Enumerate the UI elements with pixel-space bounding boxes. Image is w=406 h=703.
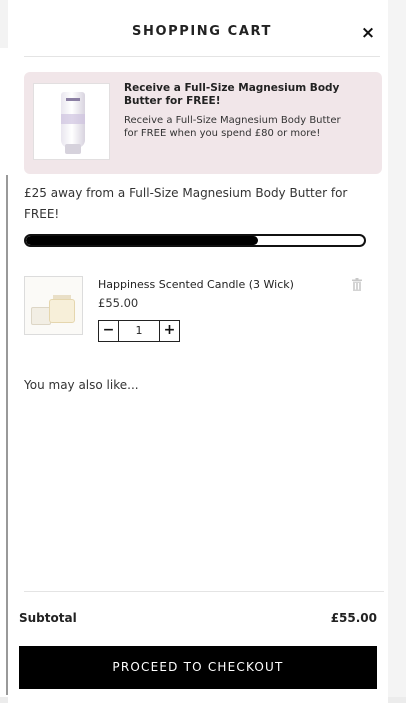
item-price: £55.00 (98, 296, 139, 310)
page-backdrop-left (0, 0, 8, 48)
subtotal-value: £55.00 (330, 611, 377, 625)
promo-heading: Receive a Full-Size Magnesium Body Butte… (124, 82, 340, 107)
quantity-decrease-button[interactable]: − (99, 321, 119, 341)
body-butter-tube-icon (61, 92, 85, 154)
footer-divider (24, 591, 384, 592)
quantity-increase-button[interactable]: + (159, 321, 179, 341)
cart-line-item: Happiness Scented Candle (3 Wick) £55.00… (24, 276, 364, 346)
promo-product-image (33, 83, 110, 160)
free-gift-progress-bar (24, 234, 366, 247)
promo-description: Receive a Full-Size Magnesium Body Butte… (124, 115, 341, 139)
quantity-value[interactable]: 1 (119, 321, 159, 341)
item-name[interactable]: Happiness Scented Candle (3 Wick) (98, 278, 294, 291)
proceed-to-checkout-button[interactable]: PROCEED TO CHECKOUT (19, 646, 377, 689)
quantity-stepper: − 1 + (98, 320, 180, 342)
progress-fill (26, 236, 259, 245)
trash-icon[interactable] (352, 278, 362, 291)
candle-product-image[interactable] (24, 276, 83, 335)
free-gift-threshold-message: £25 away from a Full-Size Magnesium Body… (24, 186, 348, 221)
subtotal-label: Subtotal (19, 611, 77, 625)
cart-drawer: SHOPPING CART × Receive a Full-Size Magn… (8, 0, 388, 703)
cart-header: SHOPPING CART × (24, 0, 380, 57)
page-backdrop-right (388, 0, 406, 703)
cart-title: SHOPPING CART (132, 24, 272, 39)
recommendations-heading: You may also like... (24, 378, 139, 392)
free-gift-promo: Receive a Full-Size Magnesium Body Butte… (24, 72, 382, 174)
close-icon[interactable]: × (360, 25, 376, 42)
